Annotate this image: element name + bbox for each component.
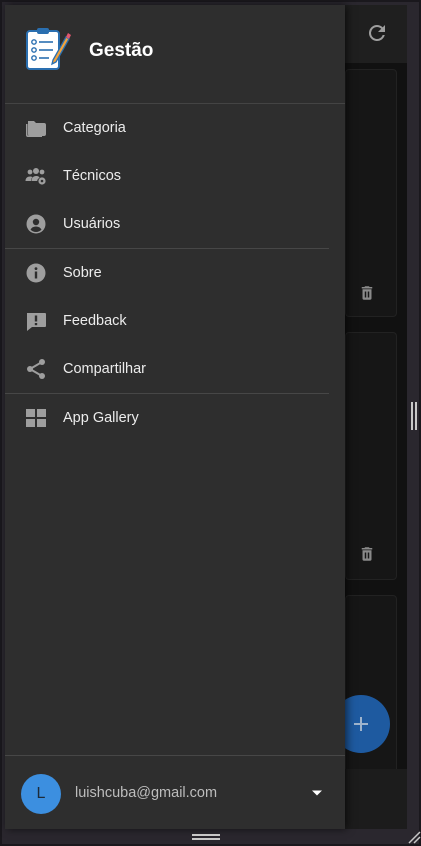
grid-icon xyxy=(26,409,46,427)
resize-handle-bottom[interactable] xyxy=(192,834,220,840)
users-cog-icon xyxy=(25,168,46,185)
card[interactable] xyxy=(345,69,397,317)
menu-item-feedback[interactable]: Feedback xyxy=(5,298,345,344)
info-icon xyxy=(26,263,46,283)
menu-label: Usuários xyxy=(63,216,121,232)
menu-label: Técnicos xyxy=(63,168,122,184)
window-frame: Gestão Categoria Técnicos Usuários Sobre… xyxy=(0,0,421,846)
menu-item-sobre[interactable]: Sobre xyxy=(5,250,345,296)
menu-item-tecnicos[interactable]: Técnicos xyxy=(5,153,345,199)
delete-icon[interactable] xyxy=(358,284,376,302)
menu-divider xyxy=(5,248,329,249)
feedback-icon xyxy=(27,313,46,331)
refresh-icon[interactable] xyxy=(365,21,389,45)
menu-item-categoria[interactable]: Categoria xyxy=(5,105,345,151)
chevron-down-icon[interactable] xyxy=(311,787,323,799)
menu-label: App Gallery xyxy=(63,410,139,426)
folder-icon xyxy=(26,121,46,137)
user-circle-icon xyxy=(26,214,46,234)
delete-icon[interactable] xyxy=(358,545,376,563)
menu-label: Categoria xyxy=(63,120,126,136)
avatar: L xyxy=(21,774,61,814)
card[interactable] xyxy=(345,332,397,580)
account-switcher[interactable]: L luishcuba@gmail.com xyxy=(5,755,345,829)
account-email: luishcuba@gmail.com xyxy=(75,785,218,801)
menu-item-compartilhar[interactable]: Compartilhar xyxy=(5,346,345,392)
menu-item-usuarios[interactable]: Usuários xyxy=(5,201,345,247)
plus-icon xyxy=(354,717,368,731)
menu-item-app-gallery[interactable]: App Gallery xyxy=(5,395,345,441)
checklist-logo-icon xyxy=(26,28,71,70)
share-icon xyxy=(27,359,45,379)
resize-handle-right[interactable] xyxy=(411,402,417,430)
navigation-drawer: Gestão Categoria Técnicos Usuários Sobre… xyxy=(5,5,345,829)
menu-label: Feedback xyxy=(63,313,127,329)
drawer-header: Gestão xyxy=(5,5,345,104)
resize-corner-icon[interactable] xyxy=(407,830,421,844)
menu-label: Sobre xyxy=(63,265,102,281)
menu-divider xyxy=(5,393,329,394)
menu-label: Compartilhar xyxy=(63,361,146,377)
app-title: Gestão xyxy=(89,40,154,61)
